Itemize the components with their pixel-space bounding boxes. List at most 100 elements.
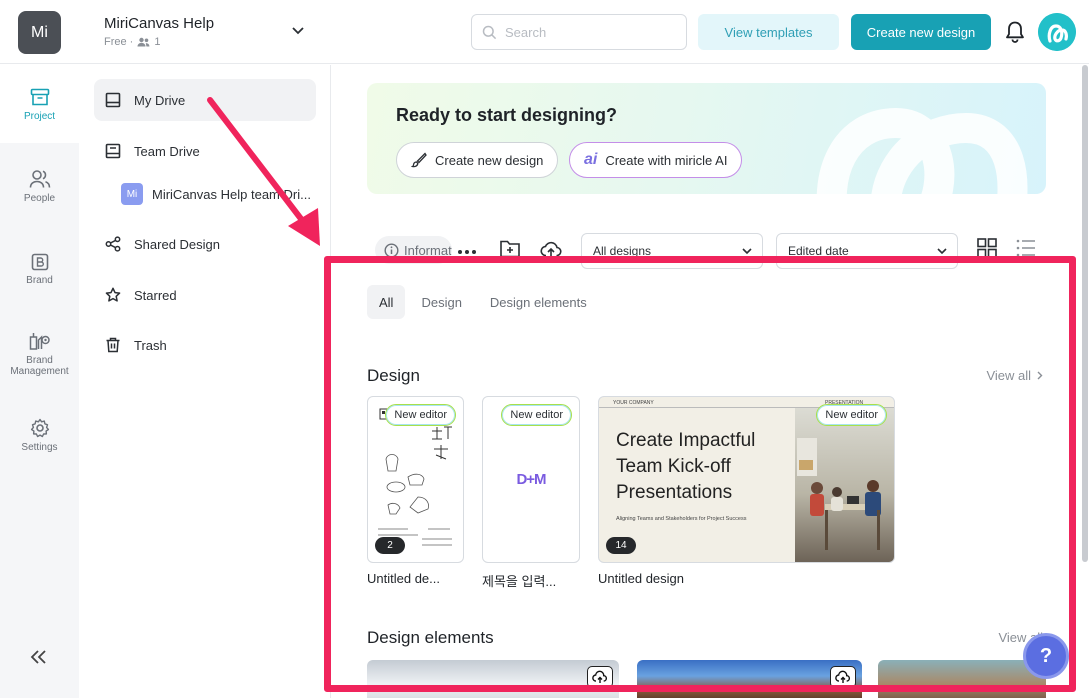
trash-icon [106,337,120,353]
create-new-design-button[interactable]: Create new design [851,14,991,50]
element-thumbnail[interactable] [878,660,1046,698]
chevron-down-icon [937,248,947,255]
search-box[interactable] [471,14,687,50]
hero-title: Ready to start designing? [396,105,618,125]
nav-label: Shared Design [134,236,220,252]
people-icon [29,170,50,188]
nav-item-team-drive-help[interactable]: Mi MiriCanvas Help team Dri... [110,173,316,215]
element-thumbnail[interactable] [367,660,619,698]
help-button[interactable]: ? [1023,633,1069,679]
nav-item-my-drive[interactable]: My Drive [94,79,316,121]
list-view-icon[interactable] [1015,237,1037,259]
design-filter-dropdown[interactable]: All designs [581,233,763,269]
rail-item-people[interactable]: People [0,169,79,204]
design-card-title[interactable]: Untitled design [598,571,895,586]
new-editor-badge: New editor [501,404,572,426]
side-nav: My Drive Team Drive Mi MiriCanvas Help t… [79,65,331,698]
brush-icon [411,152,427,168]
nav-label: Team Drive [134,143,200,159]
chevron-down-icon[interactable] [290,22,306,38]
design-view-all-link[interactable]: View all [986,368,1043,383]
view-templates-button[interactable]: View templates [698,14,839,50]
rail-label: People [23,193,56,204]
sort-value: Edited date [788,244,849,258]
ai-icon: ai [584,151,598,168]
more-options-icon[interactable] [456,241,478,263]
upload-badge [830,666,856,688]
members-icon [137,37,150,47]
workspace-plan-info: Free · 1 [104,36,160,48]
design-thumbnail[interactable]: YOUR COMPANY PRESENTATION Create Impactf… [598,396,895,563]
workspace-plan: Free · [104,36,134,48]
main-content: Ready to start designing? Create new des… [331,65,1089,698]
archive-box-icon [30,88,49,106]
team-drive-icon [105,143,121,159]
drive-toolbar: Informat All designs Edited date [375,233,1045,269]
new-editor-badge: New editor [385,404,456,426]
drive-icon [105,92,121,108]
design-card[interactable]: YOUR COMPANY PRESENTATION Create Impactf… [598,396,895,586]
workspace-logo[interactable]: Mi [18,11,61,54]
search-icon [482,25,497,39]
hero-create-design-button[interactable]: Create new design [396,142,559,178]
info-label: Informat [404,242,452,258]
rail-item-project[interactable]: Project [0,65,79,143]
design-card[interactable]: New editor 2 Untitled de... [367,396,464,586]
view-all-label: View all [986,368,1031,383]
design-thumbnail[interactable]: D+M New editor [482,396,580,563]
nav-label: Starred [134,287,177,303]
user-avatar[interactable] [1038,13,1076,51]
gear-icon [30,418,49,438]
team-badge: Mi [121,183,143,205]
brand-b-icon [31,253,48,271]
sort-dropdown[interactable]: Edited date [776,233,958,269]
left-rail: Project People Brand Brand Management Se… [0,65,79,698]
hero-banner: Ready to start designing? Create new des… [367,83,1046,194]
search-input[interactable] [505,24,665,40]
rail-item-settings[interactable]: Settings [0,418,79,453]
upload-cloud-icon[interactable] [540,238,562,260]
workspace-name[interactable]: MiriCanvas Help [104,15,214,32]
upload-badge [587,666,613,688]
nav-item-team-drive[interactable]: Team Drive [94,130,316,172]
chevron-right-icon [1037,371,1043,380]
slide-subtitle: Aligning Teams and Stakeholders for Proj… [616,516,747,522]
tab-design-elements[interactable]: Design elements [478,285,599,319]
nav-label: Trash [134,337,167,353]
element-thumbnail[interactable] [637,660,862,698]
new-folder-icon[interactable] [499,237,521,259]
tab-design[interactable]: Design [409,285,473,319]
slide-company: YOUR COMPANY [613,400,654,406]
nav-label: My Drive [134,92,186,108]
hero-create-label: Create new design [435,152,544,168]
double-chevron-left-icon[interactable] [28,648,50,666]
design-card-title[interactable]: 제목을 입력... [482,571,580,590]
design-section-title: Design [367,366,420,385]
tab-all[interactable]: All [367,285,406,319]
grid-view-icon[interactable] [976,237,998,259]
star-icon [105,287,121,302]
rail-label: Project [23,111,56,122]
vertical-scrollbar[interactable] [1082,65,1088,562]
filter-value: All designs [593,244,652,258]
rail-item-brand-management[interactable]: Brand Management [0,331,79,377]
rail-item-brand[interactable]: Brand [0,253,79,286]
information-button[interactable]: Informat [375,236,452,264]
rail-label: Brand Management [10,355,69,377]
nav-item-trash[interactable]: Trash [94,324,316,366]
design-thumbnail[interactable]: New editor 2 [367,396,464,563]
design-card-title[interactable]: Untitled de... [367,571,464,586]
share-icon [105,236,121,252]
design-card[interactable]: D+M New editor 제목을 입력... [482,396,580,590]
brand-management-icon [29,333,50,350]
app-root: Mi MiriCanvas Help Free · 1 View templat… [0,0,1089,698]
brand-swirl-decoration [816,107,1028,194]
page-count-badge: 14 [606,537,636,554]
meeting-photo [795,408,894,562]
nav-item-starred[interactable]: Starred [94,274,316,316]
nav-item-shared-design[interactable]: Shared Design [94,223,316,265]
meeting-illustration [797,438,881,550]
bell-icon[interactable] [1004,20,1026,44]
top-bar: Mi MiriCanvas Help Free · 1 View templat… [0,0,1089,64]
hero-create-with-ai-button[interactable]: ai Create with miricle AI [569,142,743,178]
